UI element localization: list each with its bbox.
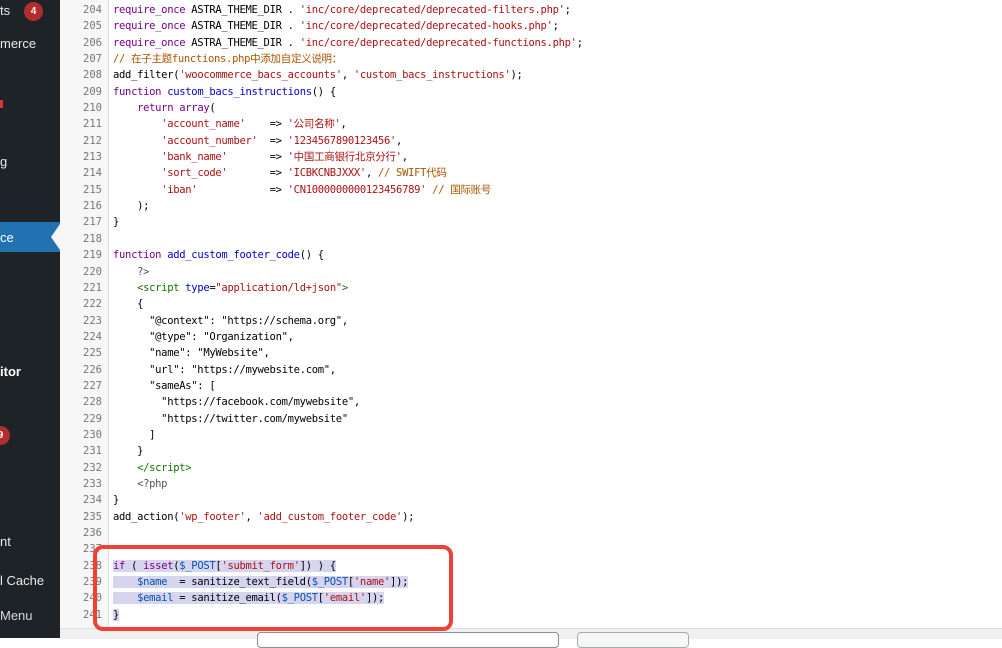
code-line[interactable]: 'account_number' => '1234567890123456', [109,133,1002,149]
line-number: 227 [60,378,108,394]
code-line[interactable]: "@type": "Organization", [109,329,1002,345]
line-number: 231 [60,443,108,459]
line-number: 233 [60,476,108,492]
sidebar-item-partial[interactable]: g [0,154,7,170]
plugin-count-badge: 9 [0,426,10,445]
code-line[interactable]: return array( [109,100,1002,116]
line-number: 222 [60,296,108,312]
code-line[interactable]: 'account_name' => '公司名称', [109,116,1002,132]
documentation-select[interactable] [257,632,559,648]
code-line[interactable]: add_filter('woocommerce_bacs_accounts', … [109,67,1002,83]
code-line[interactable]: require_once ASTRA_THEME_DIR . 'inc/core… [109,18,1002,34]
line-number: 230 [60,427,108,443]
line-number: 214 [60,165,108,181]
code-line[interactable]: <?php [109,476,1002,492]
admin-sidebar: ts 4 merce g ce itor 9 nt l Cache Menu [0,0,60,638]
sidebar-item-label: ce [0,230,14,245]
code-line[interactable]: 'bank_name' => '中国工商银行北京分行', [109,149,1002,165]
lookup-button[interactable] [577,632,689,648]
line-number: 224 [60,329,108,345]
code-line[interactable]: function custom_bacs_instructions() { [109,84,1002,100]
line-number: 229 [60,411,108,427]
line-number: 221 [60,280,108,296]
line-number: 217 [60,214,108,230]
code-line[interactable]: { [109,296,1002,312]
code-line[interactable]: ?> [109,264,1002,280]
line-number: 208 [60,67,108,83]
line-number: 207 [60,51,108,67]
line-number: 223 [60,313,108,329]
update-indicator [0,100,3,108]
code-lines: require_once ASTRA_THEME_DIR . 'inc/core… [109,2,1002,623]
sidebar-item-woocommerce[interactable]: merce [0,36,36,52]
line-number: 235 [60,509,108,525]
code-line[interactable]: </script> [109,460,1002,476]
line-number: 204 [60,2,108,18]
code-line[interactable]: add_action('wp_footer', 'add_custom_foot… [109,509,1002,525]
line-number: 205 [60,18,108,34]
code-line[interactable]: ); [109,198,1002,214]
code-line[interactable]: require_once ASTRA_THEME_DIR . 'inc/core… [109,35,1002,51]
line-number: 215 [60,182,108,198]
code-line[interactable]: "sameAs": [ [109,378,1002,394]
line-number: 213 [60,149,108,165]
line-number: 212 [60,133,108,149]
line-number: 234 [60,492,108,508]
code-line[interactable]: "https://twitter.com/mywebsite" [109,411,1002,427]
line-number: 226 [60,362,108,378]
code-line[interactable]: "@context": "https://schema.org", [109,313,1002,329]
code-line[interactable]: "url": "https://mywebsite.com", [109,362,1002,378]
code-line[interactable]: <script type="application/ld+json"> [109,280,1002,296]
code-line[interactable]: } [109,492,1002,508]
code-line[interactable]: 'iban' => 'CN1000000000123456789' // 国际账… [109,182,1002,198]
sidebar-item-menu[interactable]: Menu [0,608,33,624]
code-editor[interactable]: require_once ASTRA_THEME_DIR . 'inc/core… [109,0,1002,628]
line-number: 216 [60,198,108,214]
line-number: 228 [60,394,108,410]
line-number: 236 [60,525,108,541]
code-line[interactable] [109,231,1002,247]
code-line[interactable]: require_once ASTRA_THEME_DIR . 'inc/core… [109,2,1002,18]
code-line[interactable]: 'sort_code' => 'ICBKCNBJXXX', // SWIFT代码 [109,165,1002,181]
sidebar-item-comments[interactable]: ts [0,3,10,19]
line-number: 210 [60,100,108,116]
code-line[interactable]: } [109,214,1002,230]
line-number: 220 [60,264,108,280]
line-number: 206 [60,35,108,51]
code-line[interactable]: } [109,443,1002,459]
annotation-red-box [93,545,453,631]
sidebar-item-theme-editor[interactable]: itor [0,364,21,380]
code-line[interactable]: "name": "MyWebsite", [109,345,1002,361]
code-line[interactable]: // 在子主题functions.php中添加自定义说明： [109,51,1002,67]
line-number: 218 [60,231,108,247]
comments-count-badge: 4 [24,2,43,21]
code-line[interactable]: "https://facebook.com/mywebsite", [109,394,1002,410]
line-number: 232 [60,460,108,476]
code-line[interactable]: ] [109,427,1002,443]
line-number: 211 [60,116,108,132]
line-number-gutter: 2042052062072082092102112122132142152162… [60,0,109,628]
line-number: 219 [60,247,108,263]
line-number: 225 [60,345,108,361]
line-number: 209 [60,84,108,100]
code-line[interactable] [109,525,1002,541]
active-item-arrow-icon [51,224,60,250]
sidebar-item-partial-2[interactable]: nt [0,534,11,550]
code-line[interactable]: function add_custom_footer_code() { [109,247,1002,263]
sidebar-item-cache[interactable]: l Cache [0,573,44,589]
